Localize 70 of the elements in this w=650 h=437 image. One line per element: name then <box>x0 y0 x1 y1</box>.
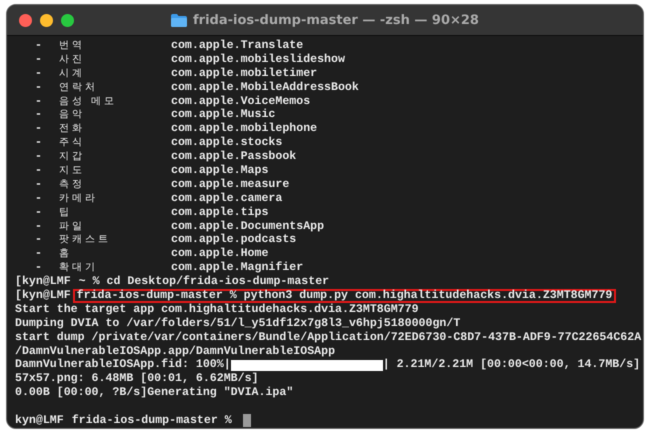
output-line: /DamnVulnerableIOSApp.app/DamnVulnerableIOSApp <box>15 344 336 358</box>
app-name: 음성 메모 <box>59 94 118 108</box>
list-dash: - <box>35 150 43 164</box>
progress-stats: | 2.21M/2.21M [00:00<00:00, 14.7MB/s] <box>382 358 640 372</box>
folder-icon <box>171 14 188 26</box>
list-dash: - <box>35 94 43 108</box>
bundle-id: com.apple.mobileslideshow <box>171 52 345 67</box>
bundle-id: com.apple.measure <box>171 178 290 192</box>
bundle-id: com.apple.Maps <box>171 164 268 178</box>
minimize-button[interactable] <box>40 14 53 26</box>
bundle-id: com.apple.MobileAddressBook <box>171 80 359 95</box>
bundle-id: com.apple.Passbook <box>171 150 296 164</box>
list-dash: - <box>35 247 43 262</box>
bundle-id: com.apple.Magnifier <box>171 261 304 275</box>
app-name: 전화 <box>59 122 86 136</box>
list-dash: - <box>35 178 43 192</box>
bundle-id: com.apple.DocumentsApp <box>171 220 324 234</box>
app-name: 팁 <box>59 206 73 220</box>
window-title: frida-ios-dump-master — -zsh — 90×28 <box>193 12 479 28</box>
shell-prompt: [kyn@LMF <box>15 289 71 303</box>
command-text: ~ % cd Desktop/frida-ios-dump-master <box>78 275 330 289</box>
app-name: 홈 <box>59 247 73 262</box>
app-name: 파일 <box>59 220 86 234</box>
list-dash: - <box>35 136 43 150</box>
list-dash: - <box>35 108 43 122</box>
bundle-id: com.apple.tips <box>171 206 268 220</box>
list-dash: - <box>35 66 43 81</box>
app-name: 음악 <box>59 108 86 122</box>
shell-prompt: [kyn@LMF <box>15 275 71 290</box>
output-line: Start the target app com.highaltitudehacks.dvia.Z3MT8GM779 <box>15 302 419 317</box>
list-dash: - <box>35 192 43 206</box>
output-line: 57x57.png: 6.48MB [00:01, 6.62MB/s] <box>15 372 259 386</box>
bundle-id: com.apple.camera <box>171 192 282 206</box>
app-name: 주식 <box>59 136 86 150</box>
app-name: 확대기 <box>59 261 99 276</box>
bundle-id: com.apple.Music <box>171 108 276 122</box>
bundle-id: com.apple.podcasts <box>171 233 296 248</box>
app-name: 지도 <box>59 164 86 178</box>
list-dash: - <box>35 220 43 234</box>
progress-label: DamnVulnerableIOSApp.fid: 100%| <box>15 358 231 372</box>
bundle-id: com.apple.Translate <box>171 39 304 53</box>
highlighted-command: frida-ios-dump-master % python3 dump.py com.highaltitudehacks.dvia.Z3MT8GM779 <box>72 289 616 303</box>
zoom-button[interactable] <box>61 14 74 26</box>
command-text: frida-ios-dump-master % <box>70 414 233 428</box>
list-dash: - <box>35 261 43 276</box>
list-dash: - <box>35 39 43 53</box>
app-name: 사진 <box>59 52 86 67</box>
app-name: 측정 <box>59 178 86 192</box>
list-dash: - <box>35 52 43 67</box>
app-name: 연락처 <box>59 80 99 95</box>
list-dash: - <box>35 80 43 95</box>
list-dash: - <box>35 233 43 248</box>
app-name: 카메라 <box>59 192 99 206</box>
shell-prompt: kyn@LMF <box>15 414 64 428</box>
app-name: 시계 <box>59 66 86 81</box>
bundle-id: com.apple.mobiletimer <box>171 66 318 81</box>
bundle-id: com.apple.VoiceMemos <box>171 94 310 108</box>
app-name: 팟캐스트 <box>59 233 112 248</box>
output-line: 0.00B [00:00, ?B/s]Generating "DVIA.ipa" <box>15 386 294 400</box>
list-dash: - <box>35 122 43 136</box>
output-line: Dumping DVIA to /var/folders/51/l_y51df12x7g8l3_v6hpj5180000gn/T <box>15 316 460 331</box>
bundle-id: com.apple.mobilephone <box>171 122 318 136</box>
list-dash: - <box>35 206 43 220</box>
bundle-id: com.apple.stocks <box>171 136 282 150</box>
output-line: start dump /private/var/containers/Bundle/Application/72ED6730-C8D7-437B-ADF9-77C22654C62A <box>15 330 642 345</box>
app-name: 지갑 <box>59 150 86 164</box>
close-button[interactable] <box>19 14 32 26</box>
bundle-id: com.apple.Home <box>171 247 268 261</box>
list-dash: - <box>35 164 43 178</box>
app-name: 번역 <box>59 39 86 53</box>
